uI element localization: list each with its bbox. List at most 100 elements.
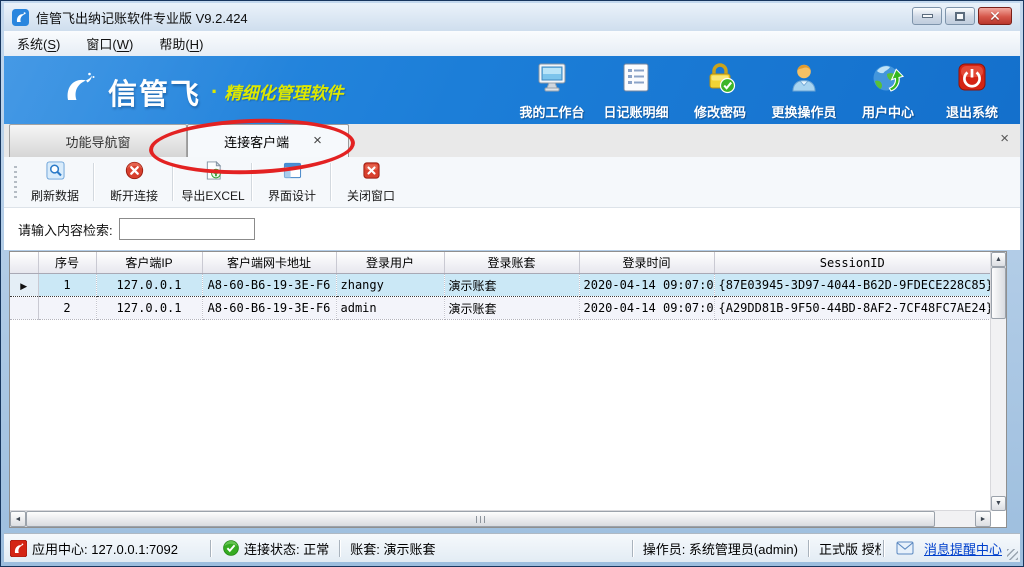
banner-actions: 我的工作台 日记账明细	[510, 61, 1014, 121]
menu-help[interactable]: 帮助(H)	[146, 31, 216, 56]
search-row: 请输入内容检索:	[4, 208, 1020, 250]
row-selector-cell	[10, 297, 38, 320]
excel-export-icon	[204, 161, 223, 185]
brand-name: 信管飞	[108, 71, 201, 113]
horizontal-scroll-thumb[interactable]	[26, 511, 935, 527]
status-bar: 应用中心: 127.0.0.1:7092 连接状态: 正常 账套: 演示账套 操…	[4, 534, 1020, 562]
cell-login-user: admin	[336, 297, 444, 320]
close-window-button[interactable]: 关闭窗口	[335, 160, 407, 204]
cell-mac: A8-60-B6-19-3E-F6	[202, 274, 336, 297]
globe-icon	[871, 62, 905, 99]
maximize-button[interactable]	[945, 7, 975, 25]
status-operator: 操作员: 系统管理员(admin)	[643, 539, 798, 558]
column-header-account-set[interactable]: 登录账套	[444, 252, 579, 274]
vertical-scrollbar[interactable]: ▲ ▼	[990, 252, 1006, 511]
monitor-icon	[535, 62, 569, 99]
banner: 信管飞 · 精细化管理软件 我的工作台	[4, 56, 1020, 124]
disconnect-button[interactable]: 断开连接	[98, 160, 170, 204]
app-window: 信管飞出纳记账软件专业版 V9.2.424 ✕ 系统(S) 窗口(W) 帮助(H…	[0, 0, 1024, 567]
cell-seq: 2	[38, 297, 96, 320]
action-change-password[interactable]: 修改密码	[678, 61, 762, 121]
minimize-button[interactable]	[912, 7, 942, 25]
status-separator	[883, 540, 884, 557]
menu-bar: 系统(S) 窗口(W) 帮助(H)	[4, 31, 1020, 57]
scroll-up-icon[interactable]: ▲	[991, 252, 1006, 267]
export-excel-button[interactable]: 导出EXCEL	[177, 160, 249, 204]
disconnect-icon	[125, 161, 144, 185]
scroll-right-icon[interactable]: ►	[975, 511, 991, 527]
cell-mac: A8-60-B6-19-3E-F6	[202, 297, 336, 320]
cell-account-set: 演示账套	[444, 274, 579, 297]
cell-session-id: {A29DD81B-9F50-44BD-8AF2-7CF48FC7AE24}	[714, 297, 991, 320]
header-row: 序号 客户端IP 客户端网卡地址 登录用户 登录账套 登录时间 SessionI…	[10, 252, 991, 274]
action-user-center[interactable]: 用户中心	[846, 61, 930, 121]
status-separator	[339, 540, 340, 557]
brand-logo-icon	[56, 68, 98, 115]
brand-separator: ·	[211, 79, 218, 105]
brand: 信管飞 · 精细化管理软件	[56, 68, 343, 115]
ui-design-button[interactable]: 界面设计	[256, 160, 328, 204]
app-logo-icon	[12, 9, 29, 26]
message-center-link[interactable]: 消息提醒中心	[924, 539, 1002, 558]
column-header-login-user[interactable]: 登录用户	[336, 252, 444, 274]
vertical-scroll-thumb[interactable]	[991, 267, 1006, 319]
maximize-icon	[955, 12, 965, 21]
tab-connected-clients[interactable]: 连接客户端 ×	[187, 124, 349, 157]
action-exit-system[interactable]: 退出系统	[930, 61, 1014, 121]
scroll-down-icon[interactable]: ▼	[991, 496, 1006, 511]
cell-client-ip: 127.0.0.1	[96, 297, 202, 320]
window-controls: ✕	[912, 7, 1012, 25]
menu-window[interactable]: 窗口(W)	[73, 31, 146, 56]
magnifier-icon	[46, 161, 65, 185]
action-journal-detail[interactable]: 日记账明细	[594, 61, 678, 121]
action-my-workbench[interactable]: 我的工作台	[510, 61, 594, 121]
column-header-session-id[interactable]: SessionID	[714, 252, 991, 274]
table-row[interactable]: ▶ 1 127.0.0.1 A8-60-B6-19-3E-F6 zhangy 演…	[10, 274, 991, 297]
close-window-icon	[362, 161, 381, 185]
cell-login-time: 2020-04-14 09:07:02	[579, 274, 714, 297]
toolbar-separator	[93, 163, 94, 201]
column-header-mac[interactable]: 客户端网卡地址	[202, 252, 336, 274]
status-account-set: 账套: 演示账套	[350, 539, 435, 558]
search-input[interactable]	[119, 218, 255, 240]
row-selector-header	[10, 252, 38, 274]
tab-function-nav[interactable]: 功能导航窗	[9, 124, 187, 157]
mail-icon	[896, 541, 914, 555]
toolbar-separator	[330, 163, 331, 201]
brand-tagline: 精细化管理软件	[224, 79, 343, 104]
toolbar-separator	[172, 163, 173, 201]
cell-session-id: {87E03945-3D97-4044-B62D-9FDECE228C85}	[714, 274, 991, 297]
lock-icon	[703, 62, 737, 99]
journal-icon	[620, 62, 652, 99]
cell-client-ip: 127.0.0.1	[96, 274, 202, 297]
panel-toolbar: 刷新数据 断开连接 导出EXCEL	[4, 157, 1020, 208]
client-grid: 序号 客户端IP 客户端网卡地址 登录用户 登录账套 登录时间 SessionI…	[9, 251, 1007, 528]
toolbar-grip[interactable]	[14, 166, 17, 198]
action-change-operator[interactable]: 更换操作员	[762, 61, 846, 121]
panel-close-icon[interactable]: ×	[996, 129, 1013, 148]
cell-login-user: zhangy	[336, 274, 444, 297]
column-header-seq[interactable]: 序号	[38, 252, 96, 274]
refresh-data-button[interactable]: 刷新数据	[19, 160, 91, 204]
status-logo-icon	[10, 540, 27, 557]
column-header-client-ip[interactable]: 客户端IP	[96, 252, 202, 274]
cell-account-set: 演示账套	[444, 297, 579, 320]
search-label: 请输入内容检索:	[18, 220, 113, 239]
menu-system[interactable]: 系统(S)	[4, 31, 73, 56]
status-app-center: 应用中心: 127.0.0.1:7092	[32, 539, 178, 558]
grid-table-area: 序号 客户端IP 客户端网卡地址 登录用户 登录账套 登录时间 SessionI…	[10, 252, 991, 511]
cell-login-time: 2020-04-14 09:07:07	[579, 297, 714, 320]
close-button[interactable]: ✕	[978, 7, 1012, 25]
column-header-login-time[interactable]: 登录时间	[579, 252, 714, 274]
layout-icon	[283, 161, 302, 185]
toolbar-separator	[251, 163, 252, 201]
status-separator	[808, 540, 809, 557]
tab-close-icon[interactable]: ×	[309, 134, 326, 148]
cell-seq: 1	[38, 274, 96, 297]
horizontal-scrollbar[interactable]: ◄ ►	[10, 510, 991, 527]
scroll-left-icon[interactable]: ◄	[10, 511, 26, 527]
row-selector-cell: ▶	[10, 274, 38, 297]
close-icon: ✕	[989, 9, 1001, 23]
status-separator	[632, 540, 633, 557]
table-row[interactable]: 2 127.0.0.1 A8-60-B6-19-3E-F6 admin 演示账套…	[10, 297, 991, 320]
